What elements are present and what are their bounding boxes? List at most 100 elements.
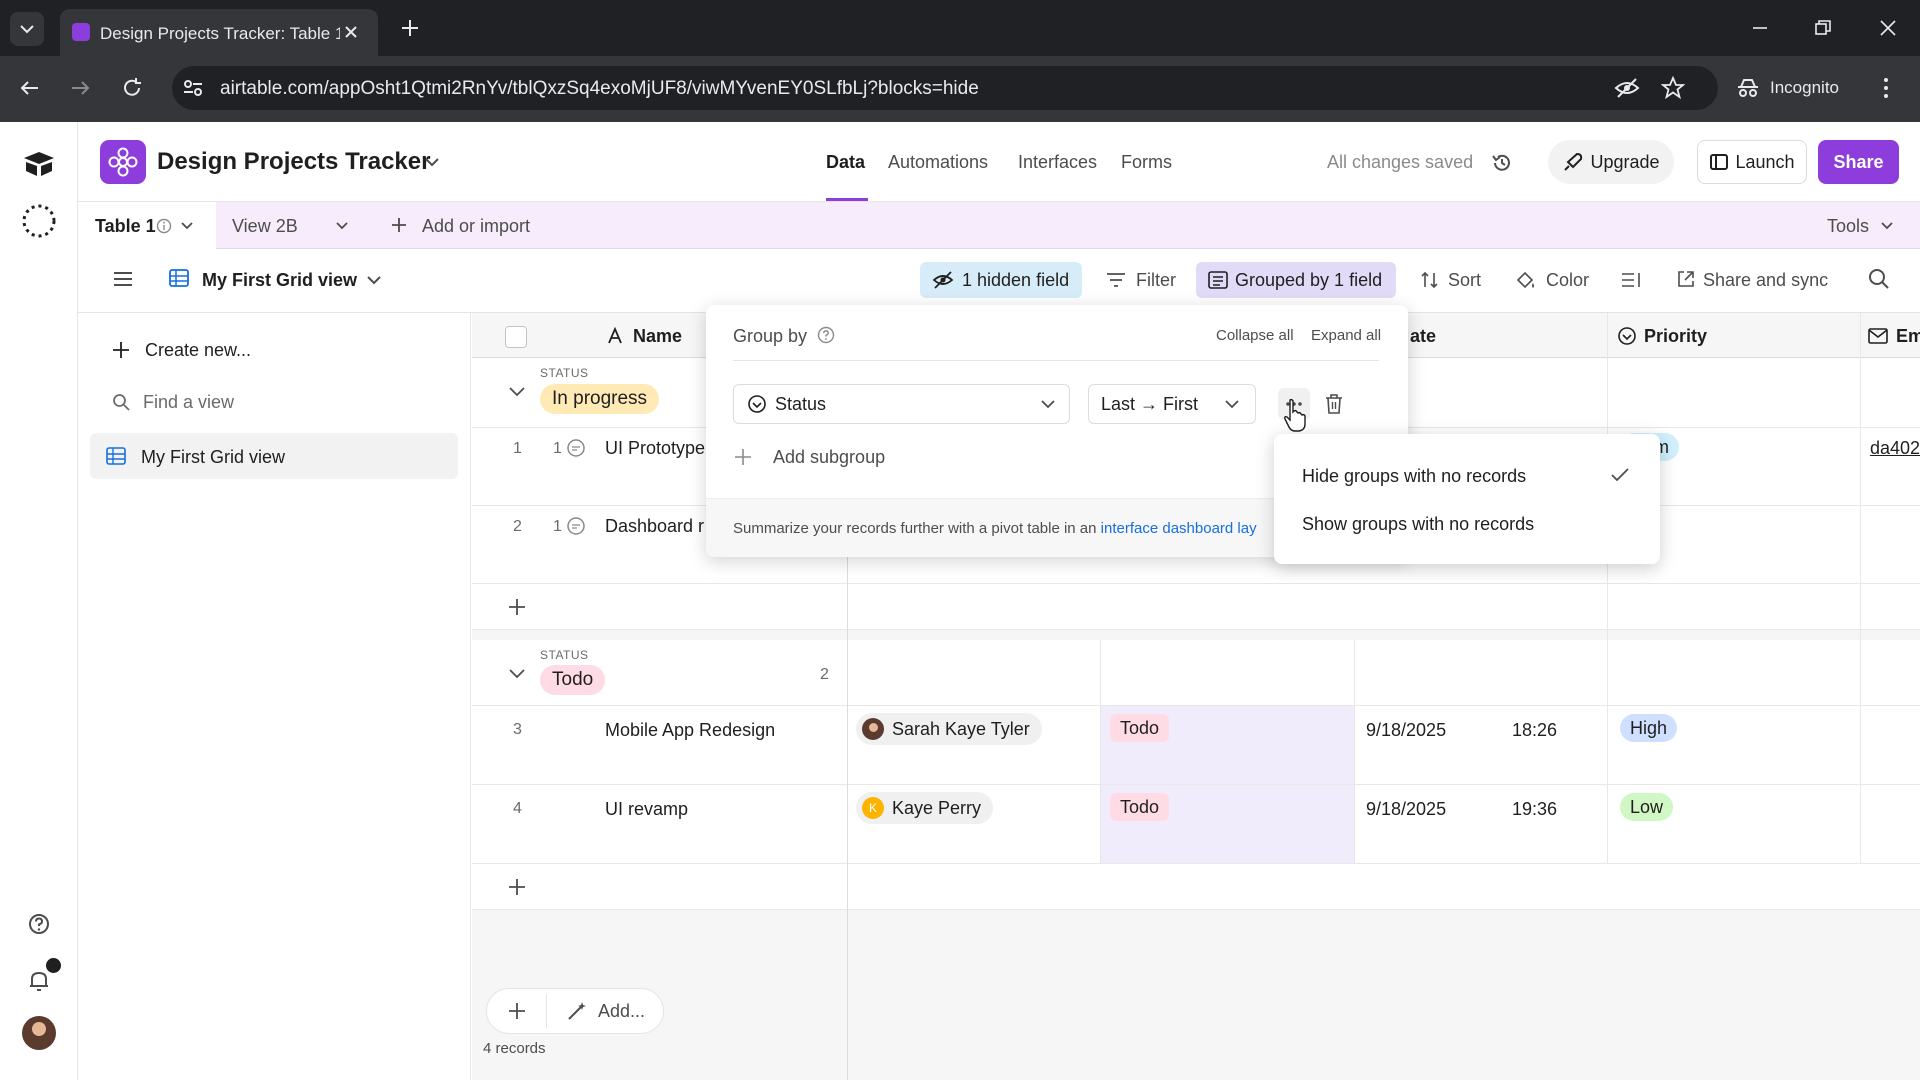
group-header-todo[interactable] [472,640,1920,706]
cell-name[interactable]: Mobile App Redesign [605,720,775,741]
cell-time[interactable]: 18:26 [1512,720,1557,741]
chevron-down-icon[interactable] [180,221,194,231]
column-header-date[interactable]: ate [1410,326,1436,347]
help-icon[interactable] [27,912,51,936]
group-order-value: Last → First [1101,394,1199,414]
menu-item-show-empty-groups[interactable]: Show groups with no records [1302,514,1534,535]
color-button[interactable]: Color [1546,270,1589,291]
cell-date[interactable]: 9/18/2025 [1366,799,1446,820]
expand-all-button[interactable]: Expand all [1311,327,1381,344]
info-icon[interactable] [156,218,172,234]
magic-wand-icon [568,1002,586,1020]
add-row-button[interactable] [472,584,1920,630]
row-number: 1 [513,440,522,457]
airtable-logo-icon[interactable] [22,150,56,178]
share-and-sync-button[interactable]: Share and sync [1703,270,1828,291]
collapse-all-button[interactable]: Collapse all [1216,327,1294,344]
comment-count: 1 [553,440,562,457]
incognito-label: Incognito [1770,78,1839,97]
account-avatar[interactable] [22,1016,56,1050]
history-icon[interactable] [1490,151,1514,175]
status-pill: Todo [1110,714,1170,742]
cell-name[interactable]: UI Prototype [605,438,705,459]
nav-tab-automations[interactable]: Automations [888,152,988,173]
reload-icon[interactable] [120,76,144,100]
cell-name[interactable]: Dashboard r [605,516,704,537]
chevron-down-icon[interactable] [366,274,382,286]
add-subgroup-button[interactable]: Add subgroup [773,447,885,468]
minimize-icon[interactable] [1750,18,1770,38]
sort-button[interactable]: Sort [1448,270,1481,291]
help-icon[interactable] [817,326,835,344]
table-tab-view-2b[interactable]: View 2B [232,216,298,237]
hamburger-menu-icon[interactable] [112,270,134,288]
pivot-hint-text: Summarize your records further with a pi… [733,520,1271,537]
launch-button[interactable]: Launch [1697,140,1807,184]
share-button[interactable]: Share [1818,140,1899,184]
chevron-down-icon[interactable] [424,156,440,168]
save-status: All changes saved [1327,152,1474,172]
assignee-chip[interactable]: K Kaye Perry [856,792,994,824]
tracking-protection-eye-icon[interactable] [1614,77,1640,99]
column-header-email[interactable]: Em [1896,326,1920,347]
notifications-bell-icon[interactable] [27,968,51,994]
select-all-checkbox[interactable] [505,326,527,348]
add-row-button[interactable] [472,864,1920,910]
omni-ai-icon[interactable] [20,202,58,240]
current-view-name[interactable]: My First Grid view [202,270,357,291]
row-height-icon[interactable] [1620,271,1642,289]
browser-menu-icon[interactable] [1880,76,1892,100]
cell-time[interactable]: 19:36 [1512,799,1557,820]
text-field-icon [608,327,622,344]
cell-name[interactable]: UI revamp [605,799,688,820]
browser-tab[interactable]: Design Projects Tracker: Table 1 [60,9,378,56]
row-number: 4 [513,800,522,817]
base-icon[interactable] [100,140,146,184]
add-or-import-button[interactable]: Add or import [422,216,530,237]
column-divider [1354,640,1355,864]
incognito-badge[interactable]: Incognito [1726,68,1860,108]
restore-icon[interactable] [1813,18,1833,38]
plus-icon[interactable] [508,1002,526,1020]
create-new-view-button[interactable]: Create new... [145,340,251,361]
back-icon[interactable] [18,78,42,98]
cell-email[interactable]: da402 [1870,438,1920,459]
trash-icon[interactable] [1324,393,1344,415]
search-icon[interactable] [1868,268,1890,290]
tools-menu[interactable]: Tools [1827,216,1869,237]
nav-tab-data[interactable]: Data [826,152,865,173]
table-tab-label: Table 1 [95,216,156,236]
add-button[interactable]: Add... [598,1001,645,1022]
close-tab-icon[interactable] [342,23,360,41]
new-tab-icon[interactable] [400,18,420,38]
nav-tab-forms[interactable]: Forms [1121,152,1172,173]
find-view-input[interactable]: Find a view [143,392,234,413]
assignee-name: Kaye Perry [892,797,982,818]
close-window-icon[interactable] [1878,18,1898,38]
nav-tab-interfaces[interactable]: Interfaces [1018,152,1097,173]
column-header-priority[interactable]: Priority [1644,326,1707,347]
chevron-down-icon[interactable] [508,668,526,680]
filter-button[interactable]: Filter [1136,270,1176,291]
site-info-icon[interactable] [182,78,204,98]
cell-date[interactable]: 9/18/2025 [1366,720,1446,741]
bookmark-star-icon[interactable] [1661,76,1685,100]
assignee-chip[interactable]: Sarah Kaye Tyler [856,713,1042,745]
comment-count: 1 [553,518,562,535]
base-name[interactable]: Design Projects Tracker [157,148,430,176]
menu-item-hide-empty-groups[interactable]: Hide groups with no records [1302,466,1526,487]
row-number: 2 [513,518,522,535]
chevron-down-icon [1225,400,1239,409]
column-header-name[interactable]: Name [633,326,682,347]
interface-dashboard-link[interactable]: interface dashboard lay [1101,520,1257,537]
chevron-down-icon[interactable] [508,386,526,398]
hidden-fields-label: 1 hidden field [962,270,1070,290]
tab-search-button[interactable] [10,12,44,46]
forward-icon[interactable] [68,78,92,98]
upgrade-button[interactable]: Upgrade [1548,140,1674,184]
group-by-title: Group by [733,326,808,346]
chevron-down-icon[interactable] [1880,221,1894,231]
chevron-down-icon[interactable] [335,221,349,231]
comment-icon[interactable] [566,438,586,458]
comment-icon[interactable] [566,516,586,536]
